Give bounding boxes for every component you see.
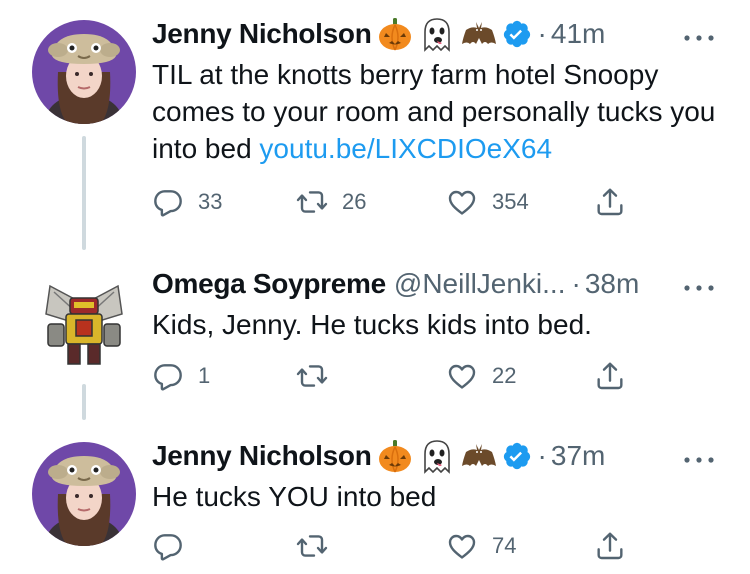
like-count: 22 xyxy=(492,363,517,388)
reply-icon xyxy=(152,360,184,392)
separator-dot: · xyxy=(571,268,581,299)
avatar[interactable] xyxy=(32,20,136,124)
like-button[interactable]: 354 xyxy=(446,184,529,220)
more-options-icon[interactable] xyxy=(682,30,716,40)
pumpkin-icon xyxy=(376,438,414,474)
tweet-text: Kids, Jenny. He tucks kids into bed. xyxy=(152,306,722,343)
reply-button[interactable]: 33 xyxy=(152,184,222,220)
ghost-icon xyxy=(418,438,456,474)
separator-dot: · xyxy=(537,440,547,471)
thread-line xyxy=(82,136,86,250)
pumpkin-icon xyxy=(376,16,414,52)
tweet-text: TIL at the knotts berry farm hotel Snoop… xyxy=(152,56,722,167)
tweet-body: He tucks YOU into bed xyxy=(152,481,437,512)
retweet-button[interactable]: 26 xyxy=(296,184,366,220)
share-icon xyxy=(594,530,626,562)
verified-badge-icon xyxy=(502,441,532,471)
retweet-button[interactable] xyxy=(296,358,342,394)
tweet-header: Omega Soypreme @NeillJenki... · 38m xyxy=(152,266,639,302)
retweet-button[interactable] xyxy=(296,528,342,564)
retweet-icon xyxy=(296,360,328,392)
separator-dot: · xyxy=(537,18,547,49)
bat-icon xyxy=(460,16,498,52)
verified-badge-icon xyxy=(502,19,532,49)
more-options-icon[interactable] xyxy=(682,280,716,290)
share-button[interactable] xyxy=(594,184,626,220)
share-button[interactable] xyxy=(594,358,626,394)
retweet-count: 26 xyxy=(342,189,367,214)
timestamp[interactable]: 41m xyxy=(551,18,605,50)
display-name[interactable]: Omega Soypreme xyxy=(152,268,386,300)
ghost-icon xyxy=(418,16,456,52)
tweet-body: Kids, Jenny. He tucks kids into bed. xyxy=(152,309,592,340)
avatar[interactable] xyxy=(32,268,136,372)
display-name[interactable]: Jenny Nicholson xyxy=(152,440,372,472)
avatar[interactable] xyxy=(32,442,136,546)
tweet-actions: 1 22 xyxy=(152,358,632,394)
tweet-link[interactable]: youtu.be/LIXCDIOeX64 xyxy=(259,133,552,164)
tweet-actions: 74 xyxy=(152,528,632,564)
like-icon xyxy=(446,530,478,562)
share-button[interactable] xyxy=(594,528,626,564)
like-icon xyxy=(446,360,478,392)
bat-icon xyxy=(460,438,498,474)
tweet[interactable]: Jenny Nicholson · 37m He tucks YOU into … xyxy=(0,420,750,574)
user-handle[interactable]: @NeillJenki... xyxy=(394,268,566,300)
thread-line xyxy=(82,384,86,420)
share-icon xyxy=(594,186,626,218)
retweet-icon xyxy=(296,530,328,562)
reply-button[interactable]: 1 xyxy=(152,358,210,394)
more-options-icon[interactable] xyxy=(682,452,716,462)
like-count: 354 xyxy=(492,189,529,214)
share-icon xyxy=(594,360,626,392)
tweet-text: He tucks YOU into bed xyxy=(152,478,722,515)
like-button[interactable]: 74 xyxy=(446,528,516,564)
reply-count: 33 xyxy=(198,189,223,214)
display-name[interactable]: Jenny Nicholson xyxy=(152,18,372,50)
reply-button[interactable] xyxy=(152,528,198,564)
tweet[interactable]: Omega Soypreme @NeillJenki... · 38m Kids… xyxy=(0,250,750,420)
timestamp[interactable]: 37m xyxy=(551,440,605,472)
retweet-icon xyxy=(296,186,328,218)
tweet-header: Jenny Nicholson · 37m xyxy=(152,438,605,474)
reply-icon xyxy=(152,530,184,562)
like-button[interactable]: 22 xyxy=(446,358,516,394)
like-count: 74 xyxy=(492,533,517,558)
like-icon xyxy=(446,186,478,218)
reply-count: 1 xyxy=(198,363,211,388)
reply-icon xyxy=(152,186,184,218)
tweet-actions: 33 26 354 xyxy=(152,184,632,220)
tweet-header: Jenny Nicholson · 41m xyxy=(152,16,605,52)
timestamp[interactable]: 38m xyxy=(585,268,639,300)
tweet[interactable]: Jenny Nicholson · 41m TIL at the knotts … xyxy=(0,0,750,250)
